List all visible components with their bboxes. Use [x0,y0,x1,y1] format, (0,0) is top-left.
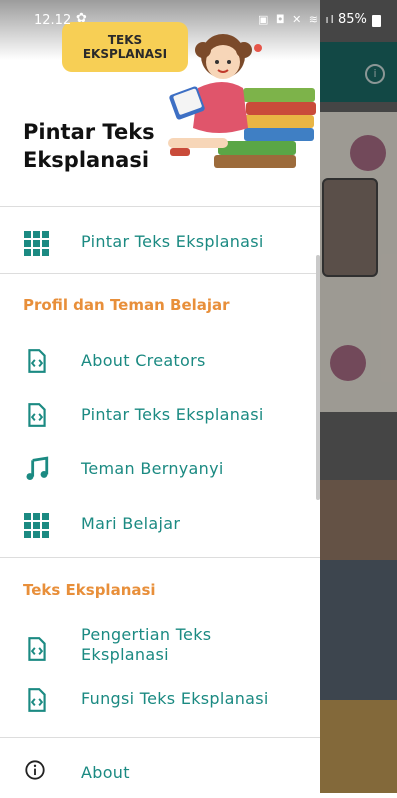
menu-item-label: About Creators [81,351,206,370]
menu-item-mari-belajar[interactable]: Mari Belajar [0,499,320,549]
section-title-profil: Profil dan Teman Belajar [23,296,230,314]
grid-icon [24,231,50,257]
menu-item-label: Teman Bernyanyi [81,459,224,478]
divider [0,557,320,558]
menu-item-label: Pengertian Teks Eksplanasi [81,625,212,664]
menu-item-label: Pintar Teks Eksplanasi [81,232,264,251]
drawer-title: Pintar Teks Eksplanasi [23,120,155,172]
divider [0,206,320,207]
badge-line2: EKSPLANASI [82,47,168,61]
drawer-scrollbar[interactable] [316,255,320,500]
menu-item-pengertian[interactable]: Pengertian Teks Eksplanasi [0,620,320,676]
menu-item-pintar-teks[interactable]: Pintar Teks Eksplanasi [0,390,320,440]
status-time: 12.12 [34,13,72,28]
menu-item-label: Mari Belajar [81,514,181,533]
code-file-icon [28,349,46,373]
code-file-icon [28,403,46,427]
divider [0,737,320,738]
drawer-scrim[interactable] [320,0,397,793]
menu-item-label: Fungsi Teks Eksplanasi [81,689,269,708]
status-battery: 85% [338,12,367,27]
menu-item-label: About [81,763,130,782]
menu-item-label: Pintar Teks Eksplanasi [81,405,264,424]
status-icons: ▣ ◘ ✕ ≋ ıl [258,13,336,26]
navigation-drawer: TEKS EKSPLANASI Pintar Teks Eksplanasi P… [0,0,320,793]
grid-icon [24,513,50,539]
girl-reading-illustration [168,34,316,168]
gear-icon: ✿ [76,11,87,26]
menu-item-fungsi[interactable]: Fungsi Teks Eksplanasi [0,674,320,724]
battery-icon [372,15,381,27]
menu-item-pintar-teks-top[interactable]: Pintar Teks Eksplanasi [0,217,320,267]
music-note-icon [26,456,49,481]
divider [0,273,320,274]
menu-item-about-creators[interactable]: About Creators [0,336,320,386]
menu-item-about[interactable]: About [0,748,320,798]
code-file-icon [28,637,46,661]
code-file-icon [28,688,46,712]
menu-item-teman-bernyanyi[interactable]: Teman Bernyanyi [0,444,320,494]
info-icon [25,760,45,780]
status-bar: 12.12 ✿ ▣ ◘ ✕ ≋ ıl 85% [0,0,397,42]
section-title-teks: Teks Eksplanasi [23,581,156,599]
